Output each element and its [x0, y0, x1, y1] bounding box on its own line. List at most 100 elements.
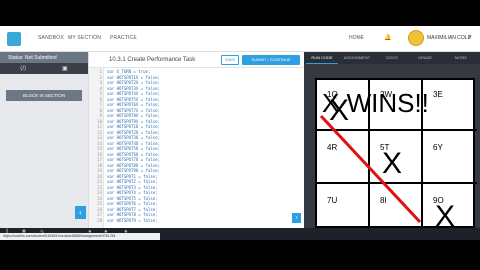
line-number: 1 — [99, 69, 102, 74]
line-number: 14 — [97, 140, 102, 146]
line-number: 26 — [97, 206, 102, 212]
code-line[interactable]: 28 var HOTSPOT9 = false; — [89, 218, 305, 223]
line-number: 12 — [97, 129, 102, 135]
code-text[interactable]: var HOTSPOT9X = false; — [107, 119, 160, 124]
code-text[interactable]: var HOTSPOT9 = false; — [107, 218, 158, 223]
code-line[interactable]: 24 var HOTSPOT5 = false; — [89, 196, 305, 201]
code-text[interactable]: var HOTSPOT1O = false; — [107, 124, 160, 129]
code-text[interactable]: var HOTSPOT5 = false; — [107, 196, 158, 201]
line-number: 15 — [97, 146, 102, 151]
section-button[interactable]: BLOCK IS SECTION — [6, 90, 82, 101]
code-text[interactable]: var HOTSPOT2X = false; — [107, 80, 160, 85]
code-text[interactable]: var HOTSPOT7 = false; — [107, 207, 158, 212]
line-number: 4 — [99, 85, 102, 91]
code-text[interactable]: var HOTSPOT7O = false; — [107, 157, 160, 162]
code-line[interactable]: 20 var HOTSPOT1 = false; — [89, 174, 305, 179]
status-bar-url: https://codehs.com/student/1169831/secti… — [0, 233, 160, 240]
code-text[interactable]: var HOTSPOT5O = false; — [107, 146, 160, 151]
code-text[interactable]: var HOTSPOT6O = false; — [107, 152, 160, 157]
line-number: 18 — [97, 162, 102, 168]
code-text[interactable]: var X_TURN = true; — [107, 69, 150, 74]
code-line[interactable]: 23 var HOTSPOT4 = false; — [89, 190, 305, 195]
code-line[interactable]: 4 var HOTSPOT3X = false; — [89, 86, 305, 91]
line-number: 8 — [99, 107, 102, 113]
win-line-stroke — [319, 114, 422, 224]
winning-line — [319, 114, 422, 224]
code-line[interactable]: 18 var HOTSPOT8O = false; — [89, 163, 305, 168]
code-text[interactable]: var HOTSPOT3 = false; — [107, 185, 158, 190]
line-number: 27 — [97, 212, 102, 217]
nav-link-home[interactable]: HOME — [349, 35, 364, 41]
codehs-logo[interactable] — [7, 32, 21, 46]
code-text[interactable]: var HOTSPOT3X = false; — [107, 86, 160, 91]
code-line[interactable]: 7 var HOTSPOT6X = false; — [89, 102, 305, 107]
code-text[interactable]: var HOTSPOT5X = false; — [107, 97, 160, 102]
user-name[interactable]: MAXIMILIAN COLE — [427, 35, 471, 41]
chevron-down-icon[interactable]: ▾ — [469, 34, 472, 40]
line-number: 21 — [97, 179, 102, 184]
line-number: 9 — [99, 113, 102, 118]
code-text[interactable]: var HOTSPOT1X = false; — [107, 75, 160, 80]
code-line[interactable]: 14 var HOTSPOT4O = false; — [89, 141, 305, 146]
code-line[interactable]: 12 var HOTSPOT2O = false; — [89, 130, 305, 135]
editor-header: 10.3.1 Create Performance Task SAVE SUBM… — [89, 52, 305, 68]
code-text[interactable]: var HOTSPOT9O = false; — [107, 168, 160, 173]
code-line[interactable]: 2 var HOTSPOT1X = false; — [89, 75, 305, 80]
code-line[interactable]: 15 var HOTSPOT5O = false; — [89, 146, 305, 151]
code-text[interactable]: var HOTSPOT8 = false; — [107, 212, 158, 217]
line-number: 10 — [97, 118, 102, 124]
code-line[interactable]: 27 var HOTSPOT8 = false; — [89, 212, 305, 217]
code-text[interactable]: var HOTSPOT4 = false; — [107, 190, 158, 195]
code-line[interactable]: 3 var HOTSPOT2X = false; — [89, 80, 305, 85]
code-text[interactable]: var HOTSPOT2O = false; — [107, 130, 160, 135]
code-text[interactable]: var HOTSPOT2 = false; — [107, 179, 158, 184]
code-line[interactable]: 13 var HOTSPOT3O = false; — [89, 135, 305, 140]
nav-link-sandbox[interactable]: SANDBOX — [38, 35, 64, 41]
screen: SANDBOX MY SECTION PRACTICE 🔔 HOME MAXIM… — [0, 0, 480, 270]
code-text[interactable]: var HOTSPOT4O = false; — [107, 141, 160, 146]
code-line[interactable]: 11 var HOTSPOT1O = false; — [89, 124, 305, 129]
code-line[interactable]: 6 var HOTSPOT5X = false; — [89, 97, 305, 102]
avatar[interactable] — [408, 30, 424, 46]
line-number: 28 — [97, 217, 102, 223]
collapse-sidebar-button[interactable]: ‹ — [75, 206, 86, 219]
expand-output-button[interactable]: › — [292, 213, 301, 223]
code-text[interactable]: var HOTSPOT4X = false; — [107, 91, 160, 96]
code-text[interactable]: var HOTSPOT8X = false; — [107, 113, 160, 118]
calendar-icon[interactable]: ▣ — [62, 65, 68, 72]
submit-continue-button[interactable]: SUBMIT / CONTINUE — [242, 55, 300, 65]
line-number: 13 — [97, 135, 102, 140]
code-text[interactable]: var HOTSPOT6X = false; — [107, 102, 160, 107]
line-number: 24 — [97, 195, 102, 201]
code-text[interactable]: var HOTSPOT7X = false; — [107, 108, 160, 113]
code-line[interactable]: 10 var HOTSPOT9X = false; — [89, 119, 305, 124]
code-line[interactable]: 1 var X_TURN = true; — [89, 69, 305, 74]
code-text[interactable]: var HOTSPOT3O = false; — [107, 135, 160, 140]
code-line[interactable]: 5 var HOTSPOT4X = false; — [89, 91, 305, 96]
line-number: 6 — [99, 96, 102, 102]
assignment-sidebar: Status: Not Submitted ⟨/⟩ ▣ BLOCK IS SEC… — [0, 52, 88, 228]
line-number: 20 — [97, 173, 102, 179]
code-line[interactable]: 9 var HOTSPOT8X = false; — [89, 113, 305, 118]
line-number: 16 — [97, 151, 102, 157]
line-number: 19 — [97, 168, 102, 173]
code-line[interactable]: 8 var HOTSPOT7X = false; — [89, 108, 305, 113]
nav-link-practice[interactable]: PRACTICE — [110, 35, 137, 41]
code-line[interactable]: 22 var HOTSPOT3 = false; — [89, 185, 305, 190]
code-text[interactable]: var HOTSPOT1 = false; — [107, 174, 158, 179]
bell-icon[interactable]: 🔔 — [384, 34, 391, 41]
code-editor: 10.3.1 Create Performance Task SAVE SUBM… — [88, 52, 305, 228]
code-line[interactable]: 25 var HOTSPOT6 = false; — [89, 201, 305, 206]
save-button[interactable]: SAVE — [221, 55, 239, 65]
line-number: 17 — [97, 157, 102, 162]
code-line[interactable]: 17 var HOTSPOT7O = false; — [89, 157, 305, 162]
code-line[interactable]: 21 var HOTSPOT2 = false; — [89, 179, 305, 184]
code-text[interactable]: var HOTSPOT8O = false; — [107, 163, 160, 168]
nav-link-my-section[interactable]: MY SECTION — [68, 35, 101, 41]
code-line[interactable]: 19 var HOTSPOT9O = false; — [89, 168, 305, 173]
code-line[interactable]: 16 var HOTSPOT6O = false; — [89, 152, 305, 157]
code-text[interactable]: var HOTSPOT6 = false; — [107, 201, 158, 206]
code-icon[interactable]: ⟨/⟩ — [20, 65, 26, 72]
code-line[interactable]: 26 var HOTSPOT7 = false; — [89, 207, 305, 212]
line-number: 7 — [99, 102, 102, 107]
